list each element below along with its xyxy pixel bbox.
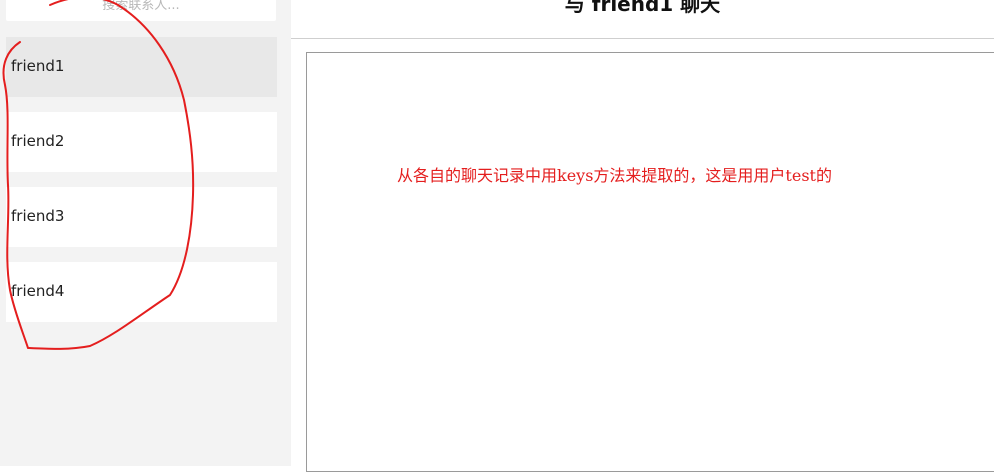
contact-label: friend4: [11, 282, 65, 300]
contact-item-friend2[interactable]: friend2: [6, 112, 277, 172]
contact-label: friend2: [11, 132, 65, 150]
contact-label: friend1: [11, 57, 65, 75]
search-placeholder: 搜索联系人...: [102, 0, 180, 13]
contact-search-input[interactable]: 搜索联系人...: [6, 0, 276, 21]
contact-item-friend4[interactable]: friend4: [6, 262, 277, 322]
contact-item-friend3[interactable]: friend3: [6, 187, 277, 247]
chat-header: 与 friend1 聊天: [291, 0, 994, 39]
contact-label: friend3: [11, 207, 65, 225]
annotation-note: 从各自的聊天记录中用keys方法来提取的，这是用用户test的: [397, 166, 832, 185]
chat-messages-panel[interactable]: [306, 52, 994, 472]
contacts-sidebar: 搜索联系人... friend1 friend2 friend3 friend4: [0, 0, 291, 466]
contact-item-friend1[interactable]: friend1: [6, 37, 277, 97]
chat-title: 与 friend1 聊天: [564, 0, 721, 16]
